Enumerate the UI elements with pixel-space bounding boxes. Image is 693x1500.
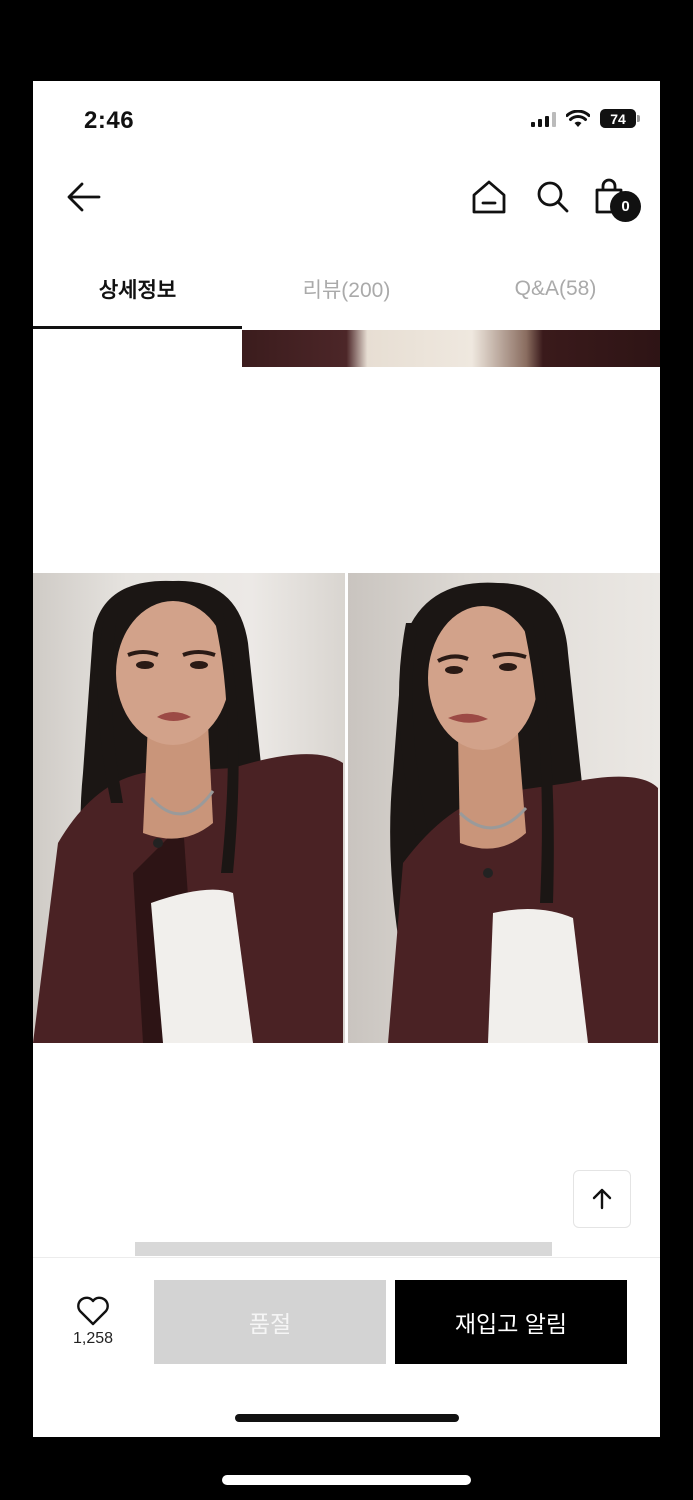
battery-level: 74 xyxy=(610,110,626,127)
battery-indicator: 74 xyxy=(600,109,640,128)
home-indicator[interactable] xyxy=(235,1414,459,1422)
purchase-bar: 1,258 품절 재입고 알림 xyxy=(33,1257,660,1437)
status-time: 2:46 xyxy=(84,107,135,134)
like-button[interactable]: 1,258 xyxy=(55,1296,131,1360)
wifi-icon xyxy=(566,109,590,127)
home-button[interactable] xyxy=(469,178,509,216)
cart-button[interactable]: 0 xyxy=(591,178,643,224)
product-photo-row xyxy=(33,573,660,1043)
cellular-signal-icon xyxy=(531,111,556,127)
search-button[interactable] xyxy=(533,178,573,216)
like-count: 1,258 xyxy=(72,1330,114,1347)
scroll-to-top-button[interactable] xyxy=(573,1170,631,1228)
tab-reviews[interactable]: 리뷰(200) xyxy=(242,249,451,329)
soldout-button[interactable]: 품절 xyxy=(154,1280,386,1364)
product-photo xyxy=(33,573,345,1043)
status-icons: 74 xyxy=(531,109,640,128)
search-icon xyxy=(537,181,569,213)
tab-details[interactable]: 상세정보 xyxy=(33,249,242,329)
outer-home-indicator xyxy=(222,1475,471,1485)
product-tabs: 상세정보 리뷰(200) Q&A(58) xyxy=(33,249,660,329)
tab-qna[interactable]: Q&A(58) xyxy=(451,249,660,329)
product-photo xyxy=(348,573,660,1043)
home-icon xyxy=(472,180,506,214)
heart-icon xyxy=(77,1296,109,1326)
back-button[interactable] xyxy=(65,178,103,216)
active-tab-indicator xyxy=(33,326,242,329)
arrow-up-icon xyxy=(592,1188,612,1210)
image-scroll-indicator xyxy=(135,1242,552,1256)
restock-alert-button[interactable]: 재입고 알림 xyxy=(395,1280,627,1364)
phone-screen: 2:46 74 0 상세정보 리뷰(200) Q&A(58) 1,258 품절 … xyxy=(33,81,660,1437)
product-image-partial xyxy=(242,330,660,367)
arrow-left-icon xyxy=(67,182,101,212)
cart-count-badge: 0 xyxy=(610,191,641,222)
